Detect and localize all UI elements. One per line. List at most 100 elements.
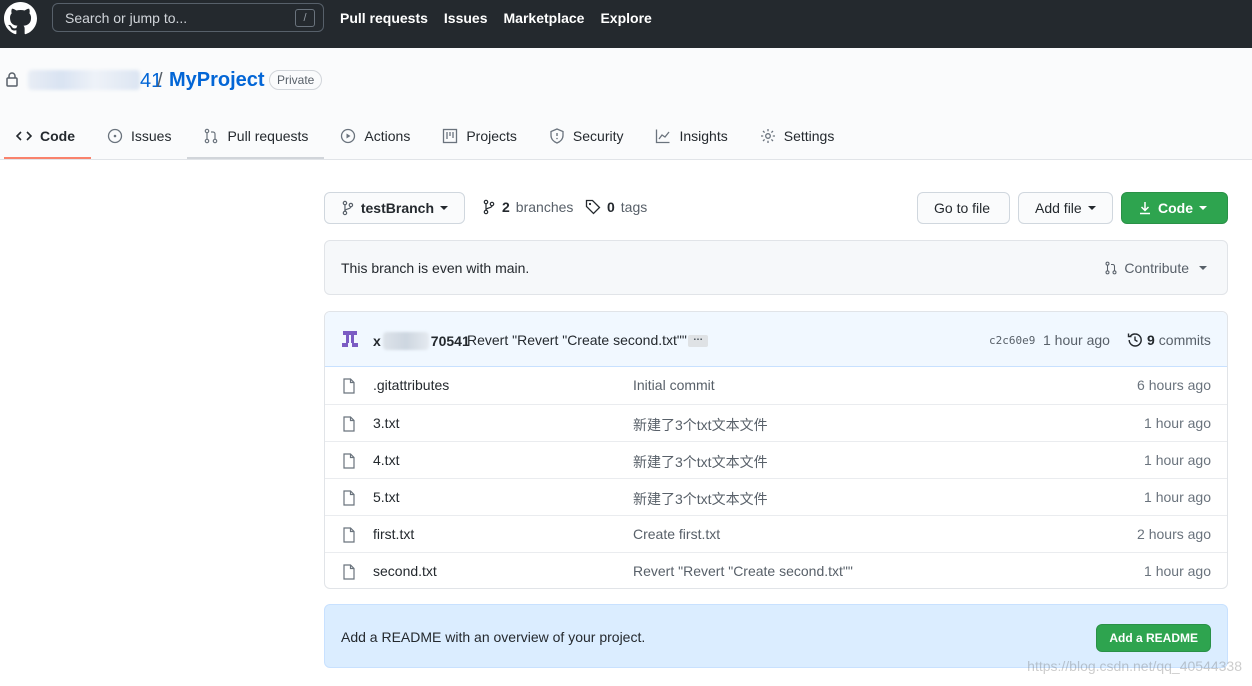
file-list: x 70541 Revert "Revert "Create second.tx… — [324, 311, 1228, 589]
tab-actions[interactable]: Actions — [324, 114, 426, 158]
branch-name: testBranch — [360, 200, 434, 216]
file-name[interactable]: 5.txt — [373, 489, 399, 505]
search-input[interactable]: Search or jump to... / — [52, 3, 324, 32]
expand-commit-button[interactable]: … — [688, 333, 708, 347]
file-commit-message[interactable]: Create first.txt — [633, 526, 720, 542]
file-name[interactable]: second.txt — [373, 563, 437, 579]
avatar[interactable] — [340, 329, 360, 349]
tab-label: Insights — [679, 128, 728, 144]
go-to-file-button[interactable]: Go to file — [917, 192, 1010, 224]
path-separator: / — [157, 70, 163, 92]
file-icon — [343, 490, 355, 506]
repo-tabs: Code Issues Pull requests Actions Projec… — [0, 114, 850, 160]
file-age: 1 hour ago — [1144, 415, 1211, 431]
file-row[interactable]: second.txt Revert "Revert "Create second… — [325, 552, 1227, 588]
nav-marketplace[interactable]: Marketplace — [504, 10, 585, 26]
file-icon — [343, 453, 355, 469]
file-row[interactable]: 4.txt 新建了3个txt文本文件 1 hour ago — [325, 441, 1227, 478]
chevron-down-icon — [1199, 206, 1207, 210]
tab-label: Code — [40, 128, 75, 144]
contribute-button[interactable]: Contribute — [1104, 260, 1207, 276]
tab-insights[interactable]: Insights — [639, 114, 743, 158]
branch-status-text: This branch is even with main. — [341, 260, 530, 276]
shield-icon — [550, 128, 564, 144]
pull-request-icon — [205, 128, 218, 144]
author-prefix: x — [373, 333, 381, 349]
nav-explore[interactable]: Explore — [600, 10, 651, 26]
tab-label: Settings — [783, 128, 835, 144]
tag-icon — [585, 199, 601, 215]
contribute-label: Contribute — [1124, 260, 1189, 276]
file-age: 6 hours ago — [1137, 377, 1211, 393]
tab-pull-requests[interactable]: Pull requests — [187, 114, 325, 159]
file-name[interactable]: 3.txt — [373, 415, 399, 431]
branch-select-button[interactable]: testBranch — [324, 192, 465, 224]
tab-issues[interactable]: Issues — [91, 114, 187, 158]
tags-link[interactable]: 0 tags — [585, 199, 647, 215]
nav-pull-requests[interactable]: Pull requests — [340, 10, 428, 26]
file-name[interactable]: first.txt — [373, 526, 414, 542]
file-row[interactable]: 3.txt 新建了3个txt文本文件 1 hour ago — [325, 404, 1227, 441]
tab-code[interactable]: Code — [0, 114, 91, 159]
add-readme-button[interactable]: Add a README — [1096, 624, 1211, 652]
commits-count: 9 — [1147, 332, 1155, 348]
file-icon — [343, 527, 355, 543]
tab-security[interactable]: Security — [533, 114, 640, 158]
commit-message[interactable]: Revert "Revert "Create second.txt"" — [467, 332, 687, 348]
branches-label: branches — [515, 199, 574, 215]
file-commit-message[interactable]: 新建了3个txt文本文件 — [633, 415, 768, 435]
branch-status-box: This branch is even with main. Contribut… — [324, 240, 1228, 295]
github-logo-icon[interactable] — [4, 2, 37, 35]
file-icon — [343, 378, 355, 394]
tab-projects[interactable]: Projects — [426, 114, 533, 158]
file-commit-message[interactable]: Revert "Revert "Create second.txt"" — [633, 563, 853, 579]
download-icon — [1140, 202, 1150, 215]
code-download-button[interactable]: Code — [1121, 192, 1228, 224]
file-age: 1 hour ago — [1144, 452, 1211, 468]
global-nav: Pull requests Issues Marketplace Explore — [340, 10, 652, 26]
file-commit-message[interactable]: 新建了3个txt文本文件 — [633, 452, 768, 472]
commit-time: 1 hour ago — [1043, 332, 1110, 348]
file-name[interactable]: 4.txt — [373, 452, 399, 468]
file-name[interactable]: .gitattributes — [373, 377, 449, 393]
tags-label: tags — [620, 199, 648, 215]
author-suffix: 70541 — [430, 333, 470, 349]
graph-icon — [656, 129, 670, 144]
commit-sha[interactable]: c2c60e9 — [989, 334, 1035, 347]
author-redacted — [382, 332, 429, 350]
file-commit-message[interactable]: 新建了3个txt文本文件 — [633, 489, 768, 509]
nav-issues[interactable]: Issues — [444, 10, 488, 26]
branches-link[interactable]: 2 branches — [482, 199, 573, 215]
file-commit-message[interactable]: Initial commit — [633, 377, 715, 393]
commits-history-link[interactable]: 9 commits — [1127, 332, 1211, 348]
commits-label: commits — [1158, 332, 1211, 348]
repo-name[interactable]: MyProject — [169, 69, 265, 92]
project-icon — [443, 128, 458, 144]
top-header: Search or jump to... / Pull requests Iss… — [0, 0, 1252, 48]
lock-icon — [6, 72, 18, 87]
file-row[interactable]: 5.txt 新建了3个txt文本文件 1 hour ago — [325, 478, 1227, 515]
code-icon — [16, 131, 32, 141]
search-shortcut-key: / — [295, 9, 315, 27]
file-icon — [343, 564, 355, 580]
add-file-label: Add file — [1035, 200, 1082, 216]
file-icon — [343, 416, 355, 432]
tab-label: Projects — [466, 128, 517, 144]
add-file-button[interactable]: Add file — [1018, 192, 1113, 224]
tab-label: Security — [572, 128, 624, 144]
owner-name-redacted[interactable] — [28, 70, 140, 90]
search-placeholder: Search or jump to... — [65, 10, 188, 26]
branches-count: 2 — [502, 199, 510, 215]
chevron-down-icon — [1199, 266, 1207, 270]
file-row[interactable]: first.txt Create first.txt 2 hours ago — [325, 515, 1227, 552]
commit-author[interactable]: x 70541 — [373, 332, 470, 350]
branch-icon — [342, 200, 354, 216]
tab-settings[interactable]: Settings — [744, 114, 851, 158]
chevron-down-icon — [1087, 206, 1096, 210]
go-to-file-label: Go to file — [934, 200, 991, 216]
file-age: 1 hour ago — [1144, 563, 1211, 579]
chevron-down-icon — [440, 206, 448, 210]
file-row[interactable]: .gitattributes Initial commit 6 hours ag… — [325, 367, 1227, 404]
readme-prompt-text: Add a README with an overview of your pr… — [341, 629, 646, 645]
tab-label: Pull requests — [227, 128, 309, 144]
